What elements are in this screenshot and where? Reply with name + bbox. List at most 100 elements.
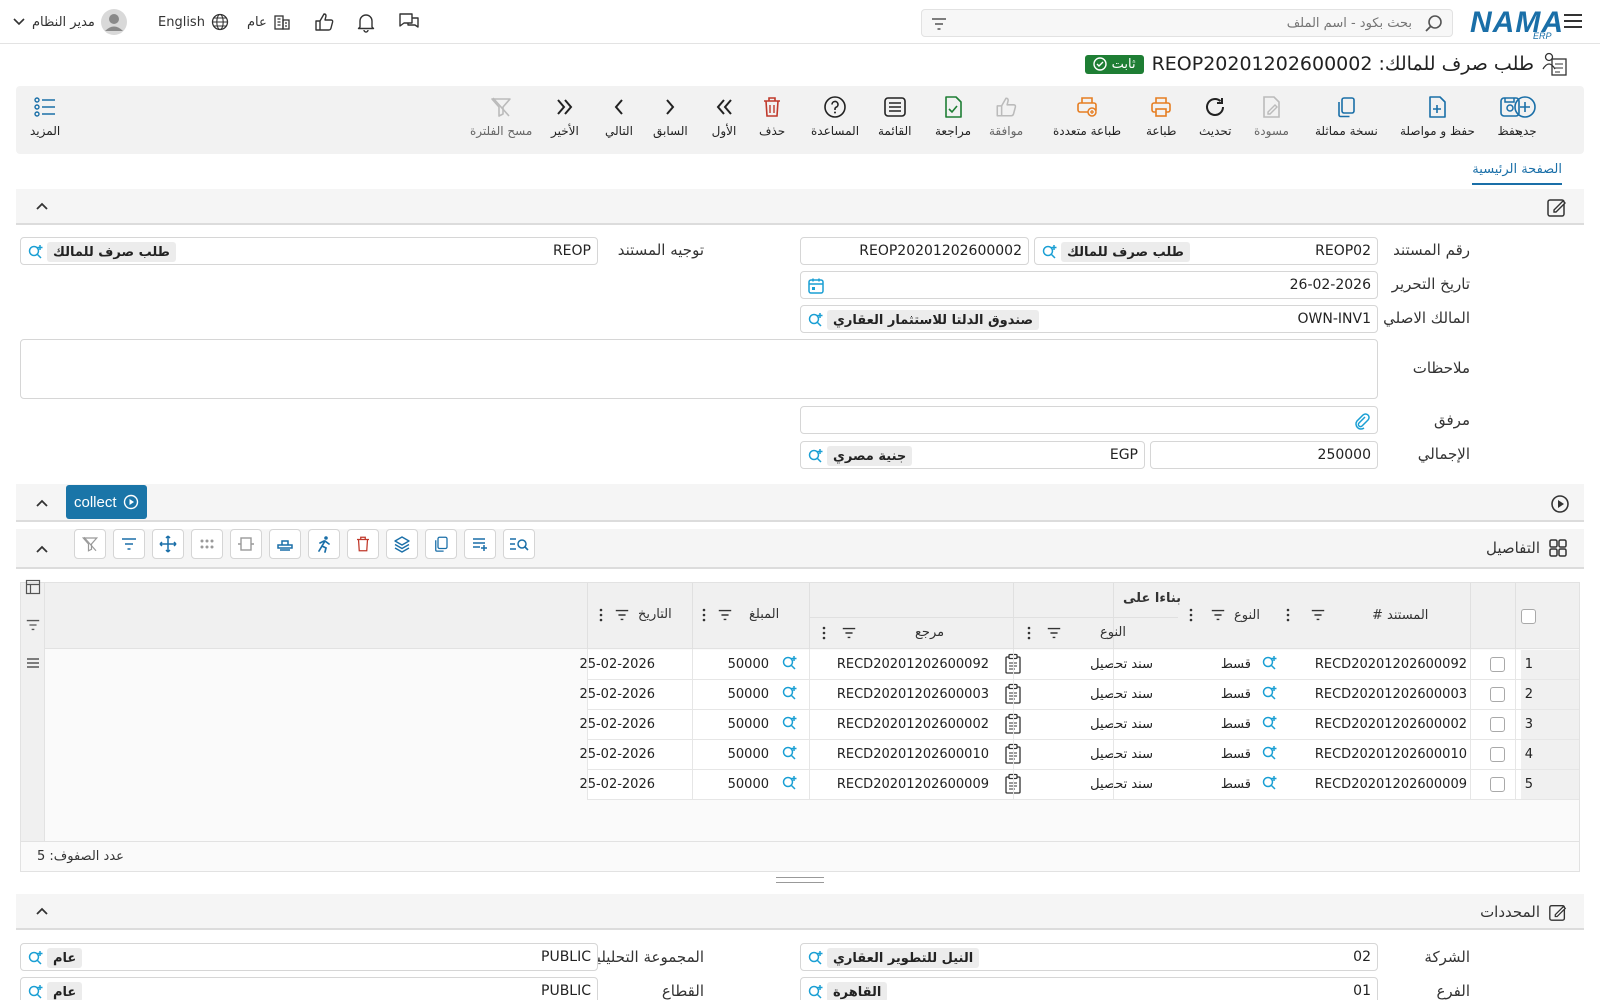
lookup-icon[interactable] (781, 684, 799, 702)
grid-filter-button[interactable] (113, 529, 145, 559)
multi-print-button[interactable]: طباعة متعددة (1053, 94, 1121, 138)
table-row[interactable]: 4 RECD20201202600010 قسط سند تحصيل RECD20201… (579, 740, 1579, 770)
grid-move-button[interactable] (152, 529, 184, 559)
col-filter-date[interactable] (614, 607, 630, 623)
edit-icon[interactable] (1546, 196, 1568, 218)
row-checkbox[interactable] (1490, 657, 1505, 672)
messages-button[interactable] (397, 10, 421, 34)
owner-field[interactable]: OWN-INV1 صندوق الدلتا للاستثمار العقاري (800, 305, 1378, 333)
review-button[interactable]: مراجعة (935, 94, 971, 138)
lookup-icon[interactable] (1261, 774, 1279, 792)
play-circle-icon[interactable] (1550, 494, 1570, 514)
collect-button[interactable]: collect (66, 485, 147, 519)
language-switch[interactable]: English (158, 10, 229, 34)
lookup-icon[interactable] (27, 949, 45, 967)
list-button[interactable]: القائمة (878, 94, 911, 138)
filter-icon[interactable] (1310, 607, 1326, 623)
grid-copy-button[interactable] (425, 529, 457, 559)
branch-switch[interactable]: عام (247, 10, 291, 34)
grid-fit-button[interactable] (230, 529, 262, 559)
grid-clear-filter-button[interactable] (74, 529, 106, 559)
more-button[interactable]: المزيد (30, 94, 60, 138)
col-menu-date[interactable] (598, 607, 604, 623)
notes-textarea[interactable] (20, 339, 1378, 399)
col-header-based-type[interactable]: النوع (1100, 625, 1126, 640)
col-header-reference[interactable]: مرجع (915, 625, 944, 640)
notifications-button[interactable] (355, 10, 377, 34)
user-menu[interactable]: مدير النظام (12, 9, 127, 35)
paperclip-icon[interactable] (1353, 412, 1371, 430)
table-row[interactable]: 3 RECD20201202600002 قسط سند تحصيل RECD20201… (579, 710, 1579, 740)
grid-delete-button[interactable] (347, 529, 379, 559)
company-field[interactable]: 02 النيل للتطوير العقاري (800, 943, 1378, 971)
currency-field[interactable]: EGP جنية مصري (800, 441, 1145, 469)
table-row[interactable]: 1 RECD20201202600092 قسط سند تحصيل RECD20201… (579, 650, 1579, 680)
attachment-field[interactable] (800, 406, 1378, 434)
col-header-amount[interactable]: المبلغ (749, 607, 779, 622)
lookup-icon[interactable] (27, 243, 45, 261)
main-menu-button[interactable] (1562, 10, 1584, 32)
calendar-icon[interactable] (807, 277, 825, 295)
lookup-icon[interactable] (781, 714, 799, 732)
sector-field[interactable]: PUBLIC عام (20, 977, 598, 1000)
grid-stamp-button[interactable] (269, 529, 301, 559)
chevron-up-icon[interactable] (34, 495, 50, 511)
total-field[interactable]: 250000 (1150, 441, 1378, 469)
lookup-icon[interactable] (781, 744, 799, 762)
approvals-button[interactable] (313, 10, 335, 34)
date-field[interactable]: 26-02-2026 (800, 271, 1378, 299)
row-checkbox[interactable] (1490, 747, 1505, 762)
chevron-up-icon[interactable] (34, 198, 50, 214)
lookup-icon[interactable] (1041, 243, 1059, 261)
col-filter-reference[interactable] (841, 625, 857, 641)
doc-book-field[interactable]: REOP02 طلب صرف للمالك (1034, 237, 1378, 265)
delete-button[interactable]: حذف (759, 94, 785, 138)
save-continue-button[interactable]: حفظ و مواصلة (1400, 94, 1475, 138)
col-header-date[interactable]: التاريخ (638, 607, 672, 622)
chevron-up-icon[interactable] (34, 541, 50, 557)
lookup-icon[interactable] (1261, 654, 1279, 672)
col-header-doc[interactable]: # المستند (1310, 607, 1428, 623)
approve-button[interactable]: موافقة (989, 94, 1023, 138)
lookup-icon[interactable] (807, 311, 825, 329)
tab-main-page[interactable]: الصفحة الرئيسية (1472, 162, 1562, 185)
lookup-icon[interactable] (781, 774, 799, 792)
save-button[interactable]: حفظ (1497, 94, 1523, 138)
table-row[interactable]: 5 RECD20201202600009 قسط سند تحصيل RECD20201… (579, 770, 1579, 800)
grid-dots-button[interactable] (191, 529, 223, 559)
col-filter-amount[interactable] (717, 607, 733, 623)
col-filter-based-type[interactable] (1046, 625, 1062, 641)
table-settings-icon[interactable] (25, 579, 41, 595)
previous-button[interactable]: السابق (653, 94, 688, 138)
lookup-icon[interactable] (781, 654, 799, 672)
col-menu-type[interactable] (1188, 607, 1194, 623)
filter-icon[interactable] (930, 15, 948, 33)
help-button[interactable]: المساعدة (811, 94, 859, 138)
lookup-icon[interactable] (27, 983, 45, 1000)
lookup-icon[interactable] (807, 983, 825, 1000)
splitter-handle[interactable] (776, 877, 824, 883)
doc-number-field[interactable]: REOP20201202600002 (800, 237, 1029, 265)
col-header-type[interactable]: النوع (1210, 607, 1260, 623)
row-checkbox[interactable] (1490, 687, 1505, 702)
refresh-button[interactable]: تحديث (1199, 94, 1232, 138)
grid-search-button[interactable] (503, 529, 535, 559)
col-menu-reference[interactable] (821, 625, 827, 641)
lookup-icon[interactable] (807, 949, 825, 967)
draft-button[interactable]: مسودة (1254, 94, 1289, 138)
table-row[interactable]: 2 RECD20201202600003 قسط سند تحصيل RECD20201… (579, 680, 1579, 710)
lookup-icon[interactable] (807, 447, 825, 465)
select-all-checkbox[interactable] (1521, 609, 1536, 624)
copy-button[interactable]: نسخة مماثلة (1315, 94, 1378, 138)
filter-icon[interactable] (25, 617, 41, 633)
filter-icon[interactable] (1210, 607, 1226, 623)
menu-lines-icon[interactable] (25, 655, 41, 671)
branch-field[interactable]: 01 القاهرة (800, 977, 1378, 1000)
direction-field[interactable]: REOP طلب صرف للمالك (20, 237, 598, 265)
lookup-icon[interactable] (1261, 684, 1279, 702)
row-checkbox[interactable] (1490, 777, 1505, 792)
grid-layers-button[interactable] (386, 529, 418, 559)
col-menu-amount[interactable] (701, 607, 707, 623)
search-icon[interactable] (1424, 14, 1444, 34)
grid-run-button[interactable] (308, 529, 340, 559)
